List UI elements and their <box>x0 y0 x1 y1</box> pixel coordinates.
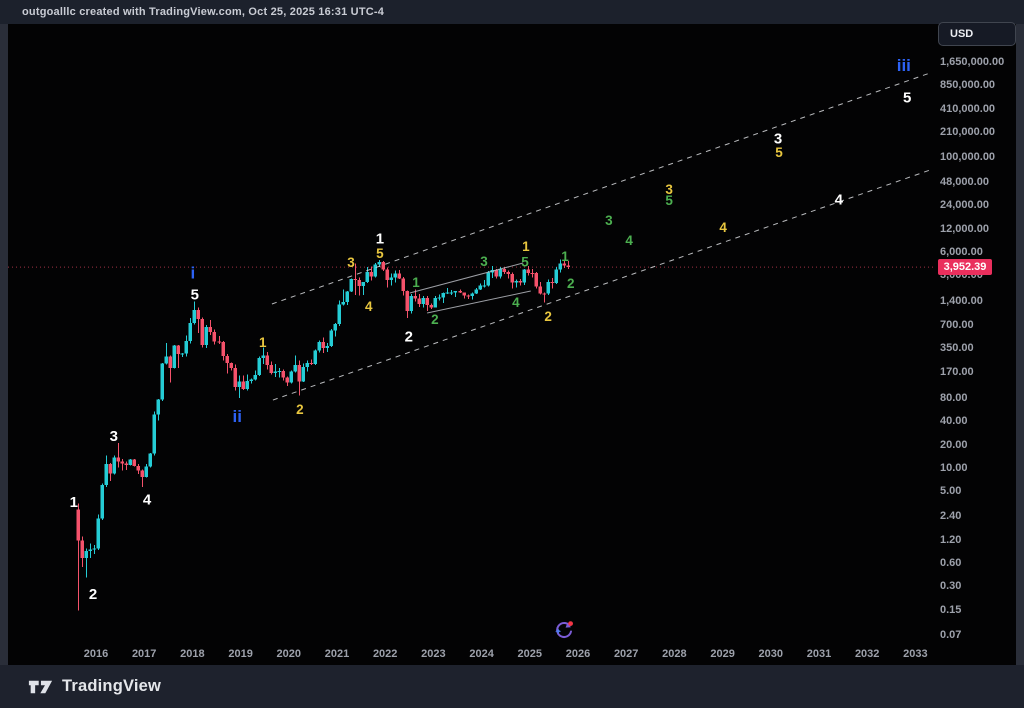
year-tick-label: 2021 <box>315 648 359 660</box>
year-tick-label: 2016 <box>74 648 118 660</box>
price-tick-label: 24,000.00 <box>940 199 989 211</box>
year-tick-label: 2023 <box>411 648 455 660</box>
price-tick-label: 5.00 <box>940 485 961 497</box>
price-tick-label: 410,000.00 <box>940 103 995 115</box>
price-tick-label: 20.00 <box>940 439 968 451</box>
currency-toggle-button[interactable]: USD <box>938 22 1016 46</box>
price-tick-label: 0.60 <box>940 557 961 569</box>
footer-bar: TradingView <box>0 665 1024 708</box>
year-tick-label: 2022 <box>363 648 407 660</box>
refresh-icon[interactable] <box>552 619 576 643</box>
price-axis[interactable]: 3,250,000.001,650,000.00850,000.00410,00… <box>938 24 1016 665</box>
year-tick-label: 2018 <box>170 648 214 660</box>
chart-canvas[interactable] <box>8 24 1016 665</box>
price-tick-label: 350.00 <box>940 342 974 354</box>
last-price-badge: 3,952.39 <box>938 259 992 275</box>
price-tick-label: 10.00 <box>940 462 968 474</box>
year-tick-label: 2033 <box>893 648 937 660</box>
price-tick-label: 1,650,000.00 <box>940 56 1004 68</box>
year-tick-label: 2031 <box>797 648 841 660</box>
time-axis[interactable]: 2016 2017 2018 2019 2020 2021 2022 2023 2024 2025… <box>8 645 1016 665</box>
tradingview-logo-text: TradingView <box>62 677 161 696</box>
right-frame-strip <box>1016 24 1024 665</box>
price-tick-label: 850,000.00 <box>940 79 995 91</box>
price-tick-label: 170.00 <box>940 366 974 378</box>
tradingview-logo[interactable]: TradingView <box>28 676 161 698</box>
year-tick-label: 2024 <box>460 648 504 660</box>
price-tick-label: 6,000.00 <box>940 246 983 258</box>
price-tick-label: 0.07 <box>940 629 961 641</box>
price-tick-label: 1.20 <box>940 534 961 546</box>
attribution-text: outgoalllc created with TradingView.com,… <box>22 6 384 18</box>
year-tick-label: 2026 <box>556 648 600 660</box>
year-tick-label: 2029 <box>701 648 745 660</box>
price-tick-label: 700.00 <box>940 319 974 331</box>
attribution-bar: outgoalllc created with TradingView.com,… <box>0 0 1024 24</box>
tradingview-logo-icon <box>28 676 53 698</box>
year-tick-label: 2017 <box>122 648 166 660</box>
year-tick-label: 2027 <box>604 648 648 660</box>
left-frame-strip <box>0 24 8 665</box>
price-tick-label: 12,000.00 <box>940 223 989 235</box>
price-tick-label: 80.00 <box>940 392 968 404</box>
price-tick-label: 1,400.00 <box>940 295 983 307</box>
year-tick-label: 2025 <box>508 648 552 660</box>
price-tick-label: 40.00 <box>940 415 968 427</box>
price-tick-label: 210,000.00 <box>940 126 995 138</box>
year-tick-label: 2030 <box>749 648 793 660</box>
price-tick-label: 0.15 <box>940 604 961 616</box>
year-tick-label: 2019 <box>219 648 263 660</box>
year-tick-label: 2028 <box>652 648 696 660</box>
year-tick-label: 2020 <box>267 648 311 660</box>
price-tick-label: 100,000.00 <box>940 151 995 163</box>
year-tick-label: 2032 <box>845 648 889 660</box>
price-tick-label: 2.40 <box>940 510 961 522</box>
price-tick-label: 48,000.00 <box>940 176 989 188</box>
price-tick-label: 0.30 <box>940 580 961 592</box>
